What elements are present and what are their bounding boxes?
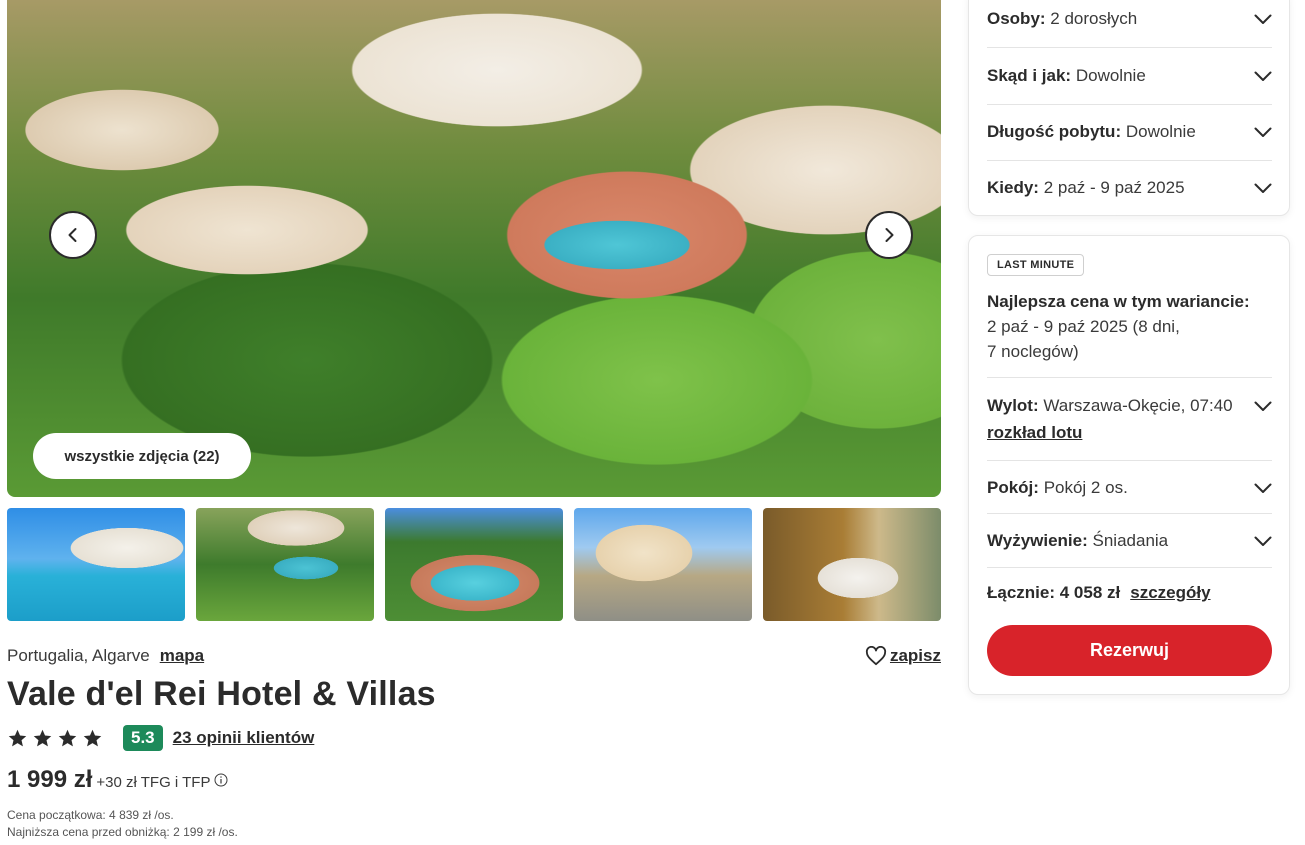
- date-value: 2 paź - 9 paź 2025: [1043, 178, 1185, 197]
- duration-label: Długość pobytu:: [987, 122, 1122, 141]
- thumbnail-pool-aerial[interactable]: [385, 508, 563, 621]
- chevron-right-icon: [885, 228, 894, 242]
- divider: [987, 460, 1272, 461]
- chevron-down-icon: [1254, 183, 1272, 193]
- board-value: Śniadania: [1092, 531, 1169, 550]
- total-row: Łącznie: 4 058 zł szczegóły: [987, 583, 1211, 603]
- price: 1 999 zł: [7, 766, 93, 793]
- star-icon: [83, 729, 102, 746]
- price-row: 1 999 zł +30 zł TFG i TFP: [7, 766, 228, 794]
- previous-photo-button[interactable]: [49, 211, 97, 259]
- best-price-nights: 7 noclegów): [987, 342, 1079, 361]
- star-icon: [58, 729, 77, 746]
- date-label: Kiedy:: [987, 178, 1039, 197]
- persons-value: 2 dorosłych: [1050, 9, 1138, 28]
- divider: [987, 160, 1272, 161]
- room-selector[interactable]: Pokój: Pokój 2 os.: [987, 476, 1272, 500]
- offer-card: LAST MINUTE Najlepsza cena w tym warianc…: [968, 235, 1290, 695]
- persons-label: Osoby:: [987, 9, 1046, 28]
- date-filter[interactable]: Kiedy: 2 paź - 9 paź 2025: [987, 176, 1272, 200]
- chevron-down-icon: [1254, 127, 1272, 137]
- star-icon: [8, 729, 27, 746]
- divider: [987, 513, 1272, 514]
- star-icon: [33, 729, 52, 746]
- chevron-down-icon: [1254, 483, 1272, 493]
- filters-card: Osoby: 2 dorosłych Skąd i jak: Dowolnie …: [968, 0, 1290, 216]
- chevron-left-icon: [68, 228, 77, 242]
- score-badge: 5.3: [123, 725, 163, 751]
- save-button[interactable]: zapisz: [865, 646, 941, 666]
- reviews-link[interactable]: 23 opinii klientów: [173, 728, 315, 748]
- heart-icon: [865, 646, 887, 666]
- board-selector[interactable]: Wyżywienie: Śniadania: [987, 529, 1272, 553]
- price-extra: +30 zł TFG i TFP: [96, 774, 211, 791]
- initial-price-note: Cena początkowa: 4 839 zł /os.: [7, 808, 174, 822]
- book-button[interactable]: Rezerwuj: [987, 625, 1272, 676]
- map-link[interactable]: mapa: [160, 646, 204, 666]
- next-photo-button[interactable]: [865, 211, 913, 259]
- rating-row: 5.3 23 opinii klientów: [7, 724, 314, 752]
- hotel-stars: [7, 728, 103, 749]
- location-text: Portugalia, Algarve: [7, 646, 150, 665]
- total-price: Łącznie: 4 058 zł: [987, 583, 1121, 602]
- best-price-dates: 2 paź - 9 paź 2025 (8 dni,: [987, 317, 1180, 336]
- save-label: zapisz: [889, 646, 941, 665]
- duration-value: Dowolnie: [1125, 122, 1196, 141]
- origin-filter[interactable]: Skąd i jak: Dowolnie: [987, 64, 1272, 88]
- details-link[interactable]: szczegóły: [1130, 583, 1210, 603]
- chevron-down-icon: [1254, 14, 1272, 24]
- chevron-down-icon: [1254, 71, 1272, 81]
- best-price-title: Najlepsza cena w tym wariancie:: [987, 292, 1250, 311]
- flight-schedule-link[interactable]: rozkład lotu: [987, 423, 1082, 443]
- chevron-down-icon: [1254, 401, 1272, 411]
- lowest-price-note: Najniższa cena przed obniżką: 2 199 zł /…: [7, 825, 238, 839]
- thumbnail-pool[interactable]: [7, 508, 185, 621]
- board-label: Wyżywienie:: [987, 531, 1088, 550]
- thumbnail-room[interactable]: [763, 508, 941, 621]
- hotel-name: Vale d'el Rei Hotel & Villas: [7, 675, 436, 713]
- chevron-down-icon: [1254, 536, 1272, 546]
- location-row: Portugalia, Algarve mapa zapisz: [7, 645, 941, 667]
- thumbnail-aerial[interactable]: [196, 508, 374, 621]
- room-label: Pokój:: [987, 478, 1039, 497]
- duration-filter[interactable]: Długość pobytu: Dowolnie: [987, 120, 1272, 144]
- thumbnail-strip: [7, 508, 941, 621]
- divider: [987, 104, 1272, 105]
- origin-label: Skąd i jak:: [987, 66, 1072, 85]
- main-photo[interactable]: wszystkie zdjęcia (22): [7, 0, 941, 497]
- divider: [987, 567, 1272, 568]
- flight-label: Wylot:: [987, 396, 1039, 415]
- last-minute-badge: LAST MINUTE: [987, 254, 1085, 276]
- persons-filter[interactable]: Osoby: 2 dorosłych: [987, 7, 1272, 31]
- flight-selector[interactable]: Wylot: Warszawa-Okęcie, 07:40: [987, 394, 1272, 418]
- origin-value: Dowolnie: [1075, 66, 1146, 85]
- thumbnail-building[interactable]: [574, 508, 752, 621]
- all-photos-button[interactable]: wszystkie zdjęcia (22): [33, 433, 251, 479]
- flight-value: Warszawa-Okęcie, 07:40: [1043, 396, 1233, 415]
- info-icon[interactable]: [214, 773, 228, 787]
- divider: [987, 47, 1272, 48]
- room-value: Pokój 2 os.: [1043, 478, 1128, 497]
- divider: [987, 377, 1272, 378]
